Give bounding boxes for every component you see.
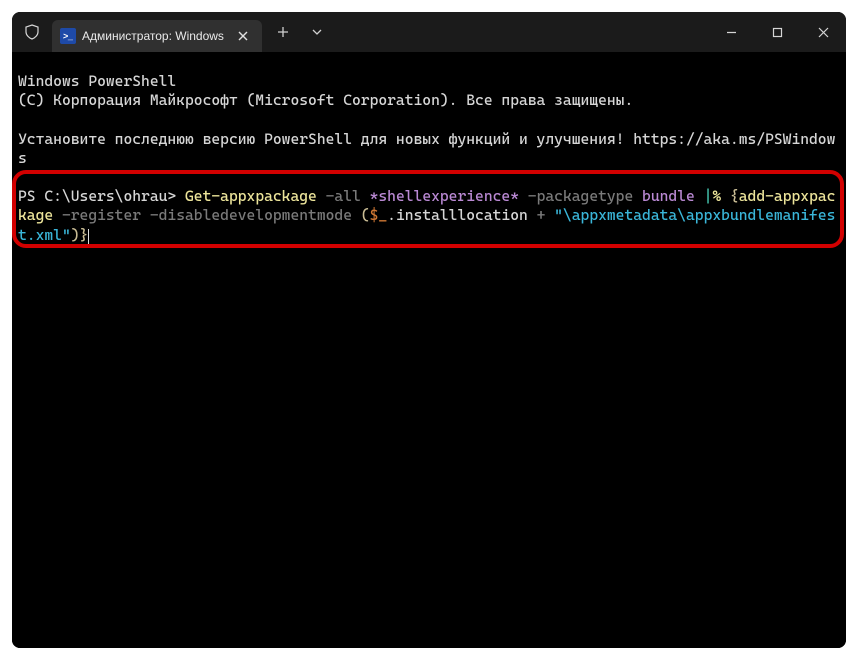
cmd-token: } xyxy=(80,226,89,244)
cmd-token: { xyxy=(730,187,739,205)
terminal-body[interactable]: Windows PowerShell (C) Корпорация Майкро… xyxy=(12,52,846,648)
window-controls xyxy=(708,12,846,52)
powershell-icon: >_ xyxy=(60,28,76,44)
cmd-token: -register -disabledevelopmentmode xyxy=(53,206,361,224)
cmd-token: + xyxy=(537,206,555,224)
cmd-token: $_ xyxy=(370,206,388,224)
titlebar: >_ Администратор: Windows Pc xyxy=(12,12,846,52)
cmd-token: -packagetype xyxy=(519,187,642,205)
output-line: (C) Корпорация Майкрософт (Microsoft Cor… xyxy=(18,91,633,109)
tab-dropdown-button[interactable] xyxy=(300,12,334,52)
tab-actions xyxy=(266,12,334,52)
cmd-token: % xyxy=(712,187,730,205)
cmd-token: bundle xyxy=(642,187,704,205)
new-tab-button[interactable] xyxy=(266,12,300,52)
cmd-token: ( xyxy=(361,206,370,224)
cmd-token: .installlocation xyxy=(387,206,536,224)
prompt: PS C:\Users\ohrau> xyxy=(18,187,185,205)
maximize-button[interactable] xyxy=(754,12,800,52)
shield-icon xyxy=(12,12,52,52)
text-cursor xyxy=(88,229,89,244)
tab-powershell-admin[interactable]: >_ Администратор: Windows Pc xyxy=(52,20,262,52)
tab-close-button[interactable] xyxy=(234,27,252,45)
output-line: Установите последнюю версию PowerShell д… xyxy=(18,130,835,167)
cmd-token: ) xyxy=(71,226,80,244)
cmd-token: *shellexperience* xyxy=(370,187,519,205)
cmd-token: -all xyxy=(317,187,370,205)
terminal-window: >_ Администратор: Windows Pc xyxy=(12,12,846,648)
close-window-button[interactable] xyxy=(800,12,846,52)
minimize-button[interactable] xyxy=(708,12,754,52)
tab-title: Администратор: Windows Pc xyxy=(82,29,228,43)
terminal-output: Windows PowerShell (C) Корпорация Майкро… xyxy=(12,52,846,251)
output-line: Windows PowerShell xyxy=(18,72,176,90)
cmd-token: Get-appxpackage xyxy=(185,187,317,205)
